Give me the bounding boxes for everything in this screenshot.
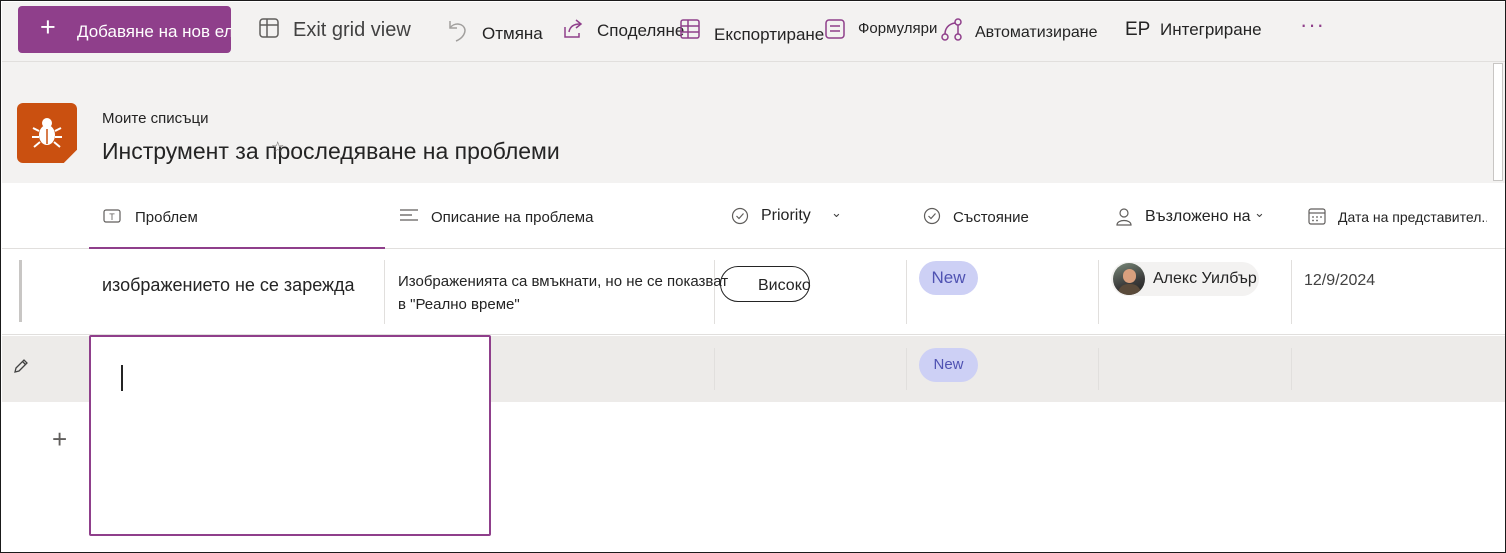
column-divider (1291, 348, 1292, 390)
calendar-icon (1308, 208, 1326, 225)
column-divider (1291, 260, 1292, 324)
column-label: Дата на представител... (1338, 209, 1487, 225)
add-new-item-label: Добавяне на нов елемент (77, 22, 231, 41)
choice-check-icon (923, 207, 941, 225)
list-icon (17, 103, 77, 163)
export-label: Експортиране (714, 25, 825, 44)
text-icon: T (103, 209, 121, 223)
integrate-button[interactable]: Интегриране (1160, 16, 1275, 46)
exit-grid-view-label: Exit grid view (293, 19, 411, 41)
column-header-description[interactable]: Описание на проблема (385, 183, 715, 249)
bug-icon (32, 118, 62, 148)
issue-text-editor[interactable] (89, 335, 491, 536)
breadcrumb[interactable]: Моите списъци (102, 110, 208, 127)
flow-icon (941, 18, 962, 41)
forms-label: Формуляри (858, 20, 938, 37)
toolbar: + Добавяне на нов елемент Exit grid view… (2, 2, 1505, 62)
scrollbar[interactable] (1493, 63, 1503, 181)
grid-icon (259, 18, 279, 38)
form-icon (825, 19, 845, 39)
undo-label: Отмяна (482, 24, 543, 43)
add-row-plus-icon[interactable]: + (52, 424, 67, 455)
undo-button[interactable]: Отмяна (446, 16, 556, 46)
edit-pencil-icon (12, 357, 30, 380)
column-label: Състояние (953, 209, 1029, 226)
choice-check-icon (731, 207, 749, 225)
priority-value: Високо (758, 277, 811, 294)
chevron-down-icon: ⌄ (1077, 20, 1088, 34)
column-divider (906, 260, 907, 324)
avatar-body (1118, 284, 1141, 295)
forms-button[interactable]: Формуляри (824, 16, 949, 46)
column-label: Priority (761, 207, 811, 224)
avatar-face (1123, 269, 1136, 283)
column-header-row: T Проблем Описание на проблема Priority … (2, 183, 1505, 249)
plus-icon: + (40, 12, 56, 42)
chevron-down-icon[interactable]: ⌄ (1254, 205, 1265, 221)
avatar (1113, 263, 1145, 295)
column-label: Възложено на (1145, 208, 1251, 225)
assignee-pill[interactable]: Алекс Уилбър (1111, 262, 1259, 296)
column-header-assigned-to[interactable]: Възложено на ⌄ (1099, 183, 1292, 249)
command-area: + Добавяне на нов елемент Exit grid view… (2, 2, 1505, 183)
date-cell[interactable]: 12/9/2024 (1304, 272, 1375, 290)
person-icon (1116, 208, 1132, 226)
column-label: Описание на проблема (431, 209, 594, 226)
column-divider (714, 260, 715, 324)
svg-text:T: T (109, 212, 115, 222)
row-selector[interactable] (19, 260, 22, 322)
column-label: Проблем (135, 209, 198, 226)
column-header-priority[interactable]: Priority ⌄ (715, 183, 907, 249)
description-cell-line2[interactable]: в "Реално време" (398, 296, 520, 313)
column-header-submission-date[interactable]: Дата на представител... (1292, 183, 1487, 249)
column-divider (906, 348, 907, 390)
assignee-name: Алекс Уилбър (1153, 270, 1257, 287)
integrate-label: Интегриране (1160, 20, 1262, 39)
column-divider (1098, 260, 1099, 324)
favorite-star-icon[interactable]: ☆ (271, 138, 284, 156)
column-divider (384, 260, 385, 324)
exit-grid-view-button[interactable]: Exit grid view (258, 16, 428, 46)
priority-pill[interactable]: Високо (720, 266, 811, 302)
share-icon (564, 19, 583, 38)
integrate-initials: EP (1125, 19, 1151, 40)
description-cell-line1[interactable]: Изображенията са вмъкнати, но не се пока… (398, 273, 728, 290)
page-title: Инструмент за проследяване на проблеми (102, 138, 560, 164)
column-header-issue[interactable]: T Проблем (89, 183, 385, 249)
column-header-status[interactable]: Състояние (907, 183, 1099, 249)
undo-icon (449, 21, 466, 42)
status-badge[interactable]: New (919, 348, 978, 382)
status-badge[interactable]: New (919, 261, 978, 295)
chevron-down-icon[interactable]: ⌄ (831, 205, 842, 221)
automate-button[interactable]: Автоматизиране ⌄ (940, 16, 1115, 46)
more-options-icon[interactable]: ··· (1300, 12, 1325, 38)
export-button[interactable]: Експортиране (679, 16, 834, 46)
issue-cell[interactable]: изображението не се зарежда (102, 275, 355, 296)
share-button[interactable]: Споделяне (561, 16, 691, 46)
add-new-item-button[interactable]: + Добавяне на нов елемент (18, 6, 231, 53)
table-row[interactable]: изображението не се зарежда Изображеният… (2, 250, 1505, 335)
column-divider (1098, 348, 1099, 390)
column-divider (714, 348, 715, 390)
text-cursor (121, 365, 123, 391)
excel-icon (680, 19, 700, 39)
share-label: Споделяне (597, 21, 685, 40)
app-window: + Добавяне на нов елемент Exit grid view… (0, 0, 1506, 553)
multiline-text-icon (400, 209, 418, 221)
